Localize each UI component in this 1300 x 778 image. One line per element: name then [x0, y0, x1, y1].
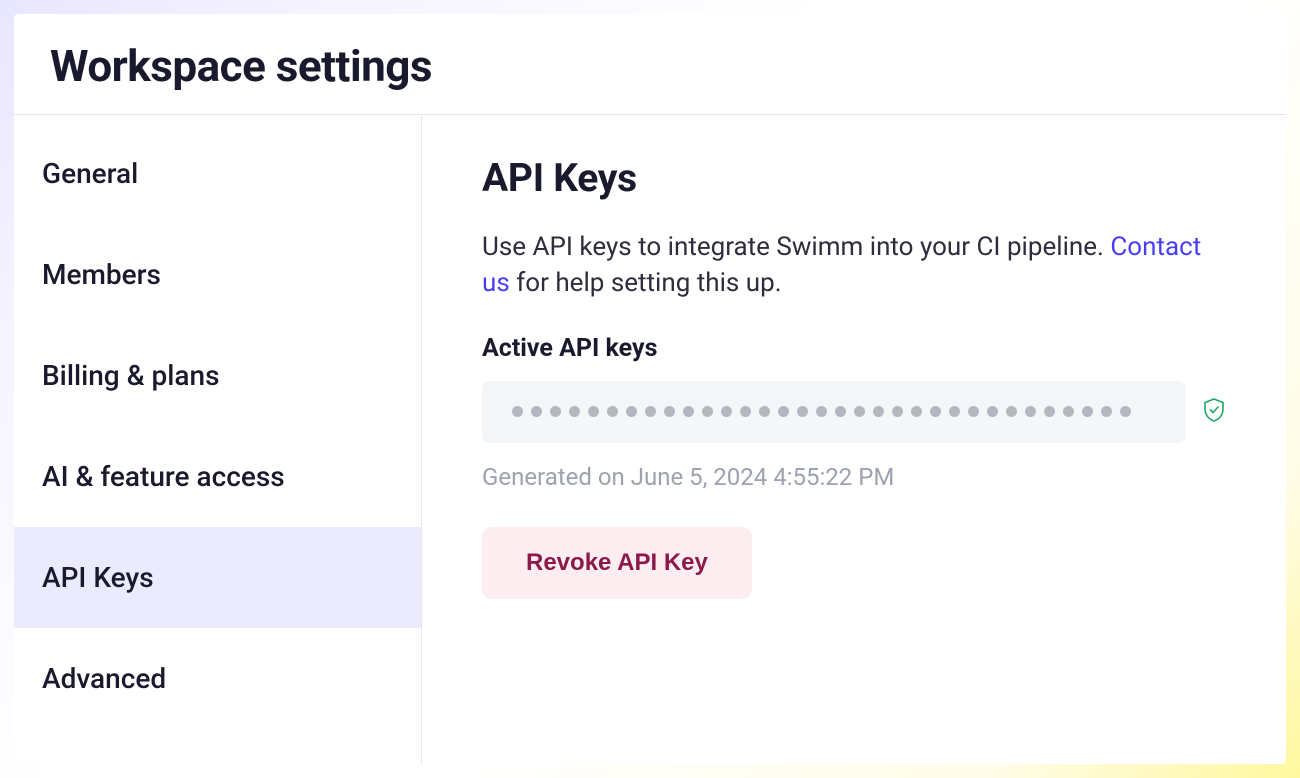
header: Workspace settings [14, 14, 1286, 115]
main-content: API Keys Use API keys to integrate Swimm… [422, 115, 1286, 764]
section-title: API Keys [482, 155, 1226, 201]
sidebar-item-ai-access[interactable]: AI & feature access [14, 426, 421, 527]
sidebar-item-general[interactable]: General [14, 123, 421, 224]
sidebar-item-label: Billing & plans [42, 359, 220, 392]
sidebar-item-members[interactable]: Members [14, 224, 421, 325]
description-text-2: for help setting this up. [510, 268, 782, 298]
page-title: Workspace settings [50, 40, 1250, 92]
api-key-row [482, 381, 1226, 443]
generated-timestamp: Generated on June 5, 2024 4:55:22 PM [482, 463, 1226, 491]
sidebar-item-label: Members [42, 258, 161, 291]
sidebar-item-label: API Keys [42, 561, 154, 594]
sidebar-item-api-keys[interactable]: API Keys [14, 527, 421, 628]
masked-dots [512, 406, 1131, 417]
revoke-api-key-button[interactable]: Revoke API Key [482, 527, 752, 599]
api-key-masked-value[interactable] [482, 381, 1186, 443]
shield-check-icon [1202, 397, 1226, 427]
settings-window: Workspace settings General Members Billi… [14, 14, 1286, 764]
sidebar: General Members Billing & plans AI & fea… [14, 115, 422, 764]
description-text: Use API keys to integrate Swimm into you… [482, 232, 1110, 262]
sidebar-item-billing[interactable]: Billing & plans [14, 325, 421, 426]
sidebar-item-label: AI & feature access [42, 460, 285, 493]
sidebar-item-label: General [42, 157, 138, 190]
active-keys-label: Active API keys [482, 334, 1226, 363]
sidebar-item-label: Advanced [42, 662, 166, 695]
body: General Members Billing & plans AI & fea… [14, 115, 1286, 764]
sidebar-item-advanced[interactable]: Advanced [14, 628, 421, 729]
section-description: Use API keys to integrate Swimm into you… [482, 229, 1226, 302]
